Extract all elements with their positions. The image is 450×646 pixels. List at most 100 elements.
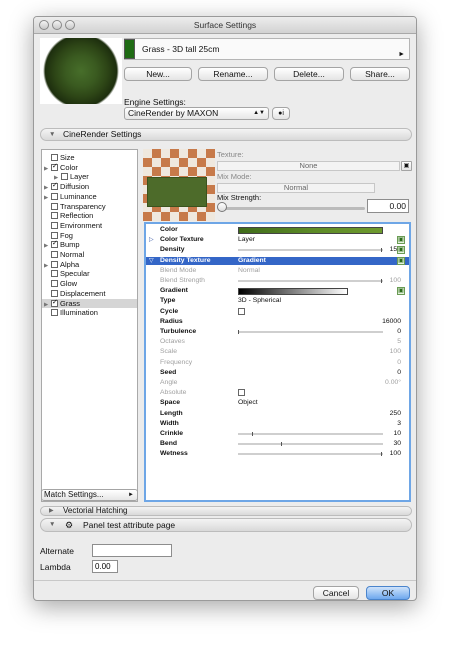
channel-checkbox[interactable] bbox=[51, 280, 58, 288]
param-row-color[interactable]: Color bbox=[146, 226, 409, 235]
channel-item-illumination[interactable]: Illumination bbox=[42, 308, 137, 318]
texture-edit-icon[interactable]: ▣ bbox=[397, 236, 405, 245]
new-button[interactable]: New... bbox=[124, 67, 192, 81]
param-slider[interactable] bbox=[238, 248, 383, 253]
section-panel-test[interactable]: ▼ ⚙ Panel test attribute page bbox=[40, 518, 412, 532]
channel-tree[interactable]: Size▶Color▶Layer▶Diffusion▶LuminanceTran… bbox=[41, 149, 138, 502]
param-numeric-value[interactable]: 250 bbox=[390, 410, 401, 419]
zoom-window-button[interactable] bbox=[65, 20, 75, 30]
channel-item-reflection[interactable]: Reflection bbox=[42, 211, 137, 221]
channel-item-diffusion[interactable]: ▶Diffusion bbox=[42, 181, 137, 192]
ok-button[interactable]: OK bbox=[366, 586, 410, 600]
slider-knob[interactable] bbox=[381, 279, 382, 283]
channel-item-luminance[interactable]: ▶ Luminance bbox=[42, 192, 137, 202]
slider-knob[interactable] bbox=[381, 452, 382, 457]
param-row-color-texture[interactable]: ▷ Color Texture Layer ▣ bbox=[146, 236, 409, 245]
param-row-crinkle[interactable]: Crinkle 10 bbox=[146, 430, 409, 439]
param-numeric-value[interactable]: 30 bbox=[393, 440, 401, 449]
channel-checkbox[interactable] bbox=[51, 231, 58, 239]
param-row-bend[interactable]: Bend 30 bbox=[146, 440, 409, 449]
close-window-button[interactable] bbox=[39, 20, 49, 30]
param-row-type[interactable]: Type 3D - Spherical bbox=[146, 297, 409, 306]
param-row-density[interactable]: Density 150 ▣ bbox=[146, 246, 409, 255]
param-row-wetness[interactable]: Wetness 100 bbox=[146, 450, 409, 459]
section-vectorial-hatching[interactable]: ▶ Vectorial Hatching bbox=[40, 506, 412, 516]
channel-checkbox[interactable] bbox=[51, 270, 58, 278]
mix-mode-select[interactable]: Normal bbox=[217, 183, 375, 193]
channel-checkbox[interactable] bbox=[51, 221, 58, 229]
param-numeric-value[interactable]: 100 bbox=[390, 450, 401, 459]
color-swatch-bar[interactable] bbox=[238, 227, 383, 234]
param-numeric-value[interactable]: 5 bbox=[397, 338, 401, 347]
alternate-input[interactable] bbox=[92, 544, 172, 557]
param-slider[interactable] bbox=[238, 452, 383, 457]
param-numeric-value[interactable]: 3 bbox=[397, 420, 401, 429]
param-numeric-value[interactable]: 0 bbox=[397, 369, 401, 378]
delete-button[interactable]: Delete... bbox=[274, 67, 344, 81]
gradient-bar[interactable] bbox=[238, 288, 348, 296]
mix-strength-slider-track[interactable] bbox=[219, 207, 365, 210]
slider-knob[interactable] bbox=[381, 248, 382, 253]
param-numeric-value[interactable]: 16000 bbox=[382, 318, 401, 327]
channel-item-specular[interactable]: Specular bbox=[42, 269, 137, 279]
channel-checkbox[interactable] bbox=[51, 298, 58, 307]
param-row-gradient[interactable]: Gradient ▣ bbox=[146, 287, 409, 296]
param-numeric-value[interactable]: 0 bbox=[397, 328, 401, 337]
param-numeric-value[interactable]: 10 bbox=[393, 430, 401, 439]
material-popup-arrow-icon[interactable]: ► bbox=[398, 45, 405, 65]
param-value[interactable]: Normal bbox=[238, 267, 260, 276]
param-row-cycle[interactable]: Cycle bbox=[146, 307, 409, 317]
cancel-button[interactable]: Cancel bbox=[313, 586, 359, 600]
texture-edit-icon[interactable]: ▣ bbox=[401, 161, 412, 171]
section-cinerender[interactable]: ▼ CineRender Settings bbox=[40, 128, 412, 141]
channel-checkbox[interactable] bbox=[51, 202, 58, 210]
channel-checkbox[interactable] bbox=[51, 260, 58, 268]
param-value[interactable]: Layer bbox=[238, 236, 255, 245]
slider-knob[interactable] bbox=[252, 432, 254, 436]
channel-item-bump[interactable]: ▶Bump bbox=[42, 239, 137, 250]
engine-select[interactable]: CineRender by MAXON ▲▼ bbox=[124, 107, 269, 120]
disclosure-triangle-icon[interactable]: ▷ bbox=[149, 236, 154, 245]
texture-edit-icon[interactable]: ▣ bbox=[397, 287, 405, 296]
parameter-grid[interactable]: Color ▷ Color Texture Layer ▣ Density 150 ▣ ▽ Den… bbox=[144, 222, 411, 502]
channel-checkbox[interactable] bbox=[51, 162, 58, 171]
texture-edit-icon[interactable]: ▣ bbox=[397, 256, 405, 265]
param-row-length[interactable]: Length 250 bbox=[146, 410, 409, 419]
channel-item-transparency[interactable]: Transparency bbox=[42, 202, 137, 212]
param-value[interactable]: 3D - Spherical bbox=[238, 297, 281, 306]
channel-item-normal[interactable]: Normal bbox=[42, 250, 137, 260]
param-value[interactable]: Gradient bbox=[238, 257, 266, 266]
slider-knob[interactable] bbox=[280, 442, 282, 447]
channel-item-environment[interactable]: Environment bbox=[42, 221, 137, 231]
param-row-radius[interactable]: Radius 16000 bbox=[146, 318, 409, 327]
param-row-seed[interactable]: Seed 0 bbox=[146, 369, 409, 378]
disclosure-triangle-icon[interactable]: ▽ bbox=[149, 257, 154, 266]
minimize-window-button[interactable] bbox=[52, 20, 62, 30]
channel-checkbox[interactable] bbox=[51, 251, 58, 258]
param-numeric-value[interactable]: 0 bbox=[397, 359, 401, 368]
param-row-density-texture[interactable]: ▽ Density Texture Gradient ▣ bbox=[146, 256, 409, 266]
channel-item-color[interactable]: ▶Color bbox=[42, 162, 137, 173]
slider-knob[interactable] bbox=[238, 330, 239, 334]
param-slider[interactable] bbox=[238, 442, 383, 447]
texture-edit-icon[interactable]: ▣ bbox=[397, 246, 405, 255]
channel-checkbox[interactable] bbox=[51, 289, 58, 297]
mix-strength-input[interactable]: 0.00 bbox=[367, 199, 409, 213]
share-button[interactable]: Share... bbox=[350, 67, 410, 81]
match-settings-button[interactable]: Match Settings... ► bbox=[41, 489, 138, 501]
texture-field[interactable]: None bbox=[217, 161, 400, 171]
param-row-turbulence[interactable]: Turbulence 0 bbox=[146, 328, 409, 337]
material-name-field[interactable]: Grass - 3D tall 25cm ► bbox=[124, 38, 410, 60]
engine-info-button[interactable]: ●i bbox=[272, 107, 290, 120]
param-slider[interactable] bbox=[238, 330, 383, 334]
lambda-input[interactable] bbox=[92, 560, 118, 573]
channel-item-grass[interactable]: ▶Grass bbox=[42, 298, 137, 309]
param-numeric-value[interactable]: 100 bbox=[390, 277, 401, 286]
channel-item-alpha[interactable]: ▶ Alpha bbox=[42, 260, 137, 270]
rename-button[interactable]: Rename... bbox=[198, 67, 268, 81]
param-slider[interactable] bbox=[238, 279, 383, 283]
param-numeric-value[interactable]: 0.00° bbox=[385, 379, 401, 388]
mix-strength-slider-knob[interactable] bbox=[217, 202, 227, 212]
channel-checkbox[interactable] bbox=[51, 239, 58, 249]
param-row-space[interactable]: Space Object bbox=[146, 399, 409, 408]
